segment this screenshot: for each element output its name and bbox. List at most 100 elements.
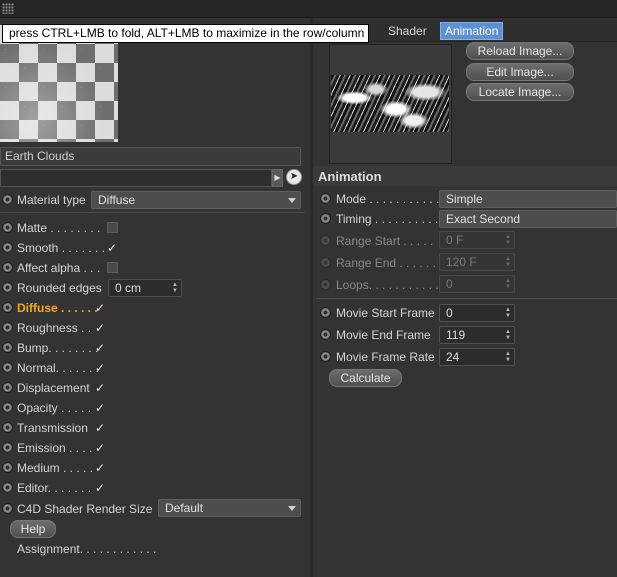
rounded-edges-keyframe-icon[interactable]: [2, 282, 13, 293]
movie-rate-field[interactable]: 24 ▲ ▼: [439, 348, 515, 366]
render-size-keyframe-icon[interactable]: [2, 503, 13, 514]
animation-section-title: Animation: [318, 169, 382, 184]
movie-rate-label: Movie Frame Rate: [336, 350, 435, 364]
movie-rate-keyframe-icon[interactable]: [320, 351, 331, 362]
movie-start-keyframe-icon[interactable]: [320, 307, 331, 318]
rounded-edges-field[interactable]: 0 cm ▲ ▼: [108, 279, 182, 297]
affect-alpha-keyframe-icon[interactable]: [2, 262, 13, 273]
bump-checkbox[interactable]: ✓: [95, 342, 108, 355]
normal-label: Normal. . . . . . .: [17, 361, 100, 375]
medium-label: Medium . . . . .: [17, 461, 94, 475]
spinner-arrows-icon[interactable]: ▲ ▼: [505, 351, 511, 363]
matte-label: Matte . . . . . . . .: [17, 221, 101, 235]
displacement-checkbox[interactable]: ✓: [95, 382, 108, 395]
smooth-keyframe-icon[interactable]: [2, 242, 13, 253]
opacity-keyframe-icon[interactable]: [2, 402, 13, 413]
editor-label: Editor. . . . . . .: [17, 481, 92, 495]
diffuse-checkbox[interactable]: ✓: [95, 302, 108, 315]
diffuse-label: Diffuse . . . . . .: [17, 301, 98, 315]
material-type-label: Material type: [17, 193, 86, 207]
assignment-label: Assignment. . . . . . . . . . . .: [17, 542, 157, 556]
window-title-bar: [0, 0, 617, 18]
range-start-field: 0 F ▲ ▼: [439, 231, 515, 249]
timing-label: Timing . . . . . . . . . .: [336, 212, 439, 226]
movie-end-label: Movie End Frame: [336, 328, 431, 342]
opacity-checkbox[interactable]: ✓: [95, 402, 108, 415]
roughness-label: Roughness . .: [17, 321, 92, 335]
smooth-label: Smooth . . . . . . .: [17, 241, 106, 255]
range-end-field: 120 F ▲ ▼: [439, 253, 515, 271]
material-name-field[interactable]: Earth Clouds: [0, 147, 301, 166]
material-type-dropdown[interactable]: Diffuse: [91, 191, 301, 209]
cloud-texture-preview: [331, 75, 449, 132]
transmission-label: Transmission: [17, 421, 88, 435]
roughness-keyframe-icon[interactable]: [2, 322, 13, 333]
spinner-arrows-icon: ▲ ▼: [505, 256, 511, 268]
locate-image-button[interactable]: Locate Image...: [466, 83, 574, 101]
tab-shader[interactable]: Shader: [384, 22, 431, 40]
pointer-picker-icon[interactable]: ➤: [286, 169, 302, 185]
diffuse-keyframe-icon[interactable]: [2, 302, 13, 313]
rounded-edges-value: 0 cm: [115, 281, 142, 295]
transmission-checkbox[interactable]: ✓: [95, 422, 108, 435]
edit-image-button[interactable]: Edit Image...: [466, 63, 574, 81]
movie-start-value: 0: [446, 306, 453, 320]
reload-image-button[interactable]: Reload Image...: [466, 42, 574, 60]
tab-animation[interactable]: Animation: [440, 22, 504, 40]
range-start-keyframe-icon: [320, 235, 331, 246]
range-end-label: Range End . . . . . .: [336, 256, 437, 270]
movie-start-field[interactable]: 0 ▲ ▼: [439, 304, 515, 322]
rounded-edges-label: Rounded edges: [17, 281, 102, 295]
bump-label: Bump. . . . . . . .: [17, 341, 99, 355]
spinner-arrows-icon[interactable]: ▲ ▼: [172, 282, 178, 294]
loops-value: 0: [446, 277, 453, 291]
affect-alpha-checkbox[interactable]: [107, 262, 118, 273]
loops-label: Loops. . . . . . . . . . .: [336, 278, 439, 292]
editor-checkbox[interactable]: ✓: [95, 482, 108, 495]
normal-keyframe-icon[interactable]: [2, 362, 13, 373]
spinner-arrows-icon[interactable]: ▲ ▼: [505, 307, 511, 319]
movie-end-keyframe-icon[interactable]: [320, 329, 331, 340]
help-button[interactable]: Help: [10, 520, 56, 538]
transmission-keyframe-icon[interactable]: [2, 422, 13, 433]
timing-dropdown[interactable]: Exact Second: [439, 210, 617, 228]
movie-end-value: 119: [446, 328, 466, 342]
render-size-label: C4D Shader Render Size: [17, 502, 153, 516]
matte-keyframe-icon[interactable]: [2, 222, 13, 233]
material-type-value: Diffuse: [98, 193, 136, 207]
range-start-value: 0 F: [446, 233, 464, 247]
range-end-value: 120 F: [446, 255, 477, 269]
roughness-checkbox[interactable]: ✓: [95, 322, 108, 335]
material-type-keyframe-icon[interactable]: [2, 194, 13, 205]
render-size-value: Default: [165, 501, 204, 515]
medium-keyframe-icon[interactable]: [2, 462, 13, 473]
calculate-button[interactable]: Calculate: [329, 369, 402, 387]
emission-label: Emission . . . .: [17, 441, 93, 455]
chevron-down-icon: [288, 506, 296, 511]
displacement-keyframe-icon[interactable]: [2, 382, 13, 393]
emission-keyframe-icon[interactable]: [2, 442, 13, 453]
mode-keyframe-icon[interactable]: [320, 193, 331, 204]
timing-value: Exact Second: [446, 212, 521, 226]
movie-end-field[interactable]: 119 ▲ ▼: [439, 326, 515, 344]
bump-keyframe-icon[interactable]: [2, 342, 13, 353]
texture-path-field[interactable]: [0, 169, 272, 187]
timing-keyframe-icon[interactable]: [320, 213, 331, 224]
opacity-label: Opacity . . . . .: [17, 401, 92, 415]
loops-field: 0 ▲ ▼: [439, 275, 515, 293]
movie-start-label: Movie Start Frame: [336, 306, 435, 320]
editor-keyframe-icon[interactable]: [2, 482, 13, 493]
spinner-arrows-icon[interactable]: ▲ ▼: [505, 329, 511, 341]
mode-label: Mode . . . . . . . . . . .: [336, 192, 440, 206]
emission-checkbox[interactable]: ✓: [95, 442, 108, 455]
path-expand-button[interactable]: ▶: [272, 169, 283, 187]
spinner-arrows-icon: ▲ ▼: [505, 278, 511, 290]
normal-checkbox[interactable]: ✓: [95, 362, 108, 375]
matte-checkbox[interactable]: [107, 222, 118, 233]
grip-icon[interactable]: [2, 3, 14, 14]
smooth-checkbox[interactable]: ✓: [107, 242, 120, 255]
medium-checkbox[interactable]: ✓: [95, 462, 108, 475]
range-start-label: Range Start . . . . .: [336, 234, 434, 248]
render-size-dropdown[interactable]: Default: [158, 499, 301, 517]
mode-dropdown[interactable]: Simple: [439, 190, 617, 208]
